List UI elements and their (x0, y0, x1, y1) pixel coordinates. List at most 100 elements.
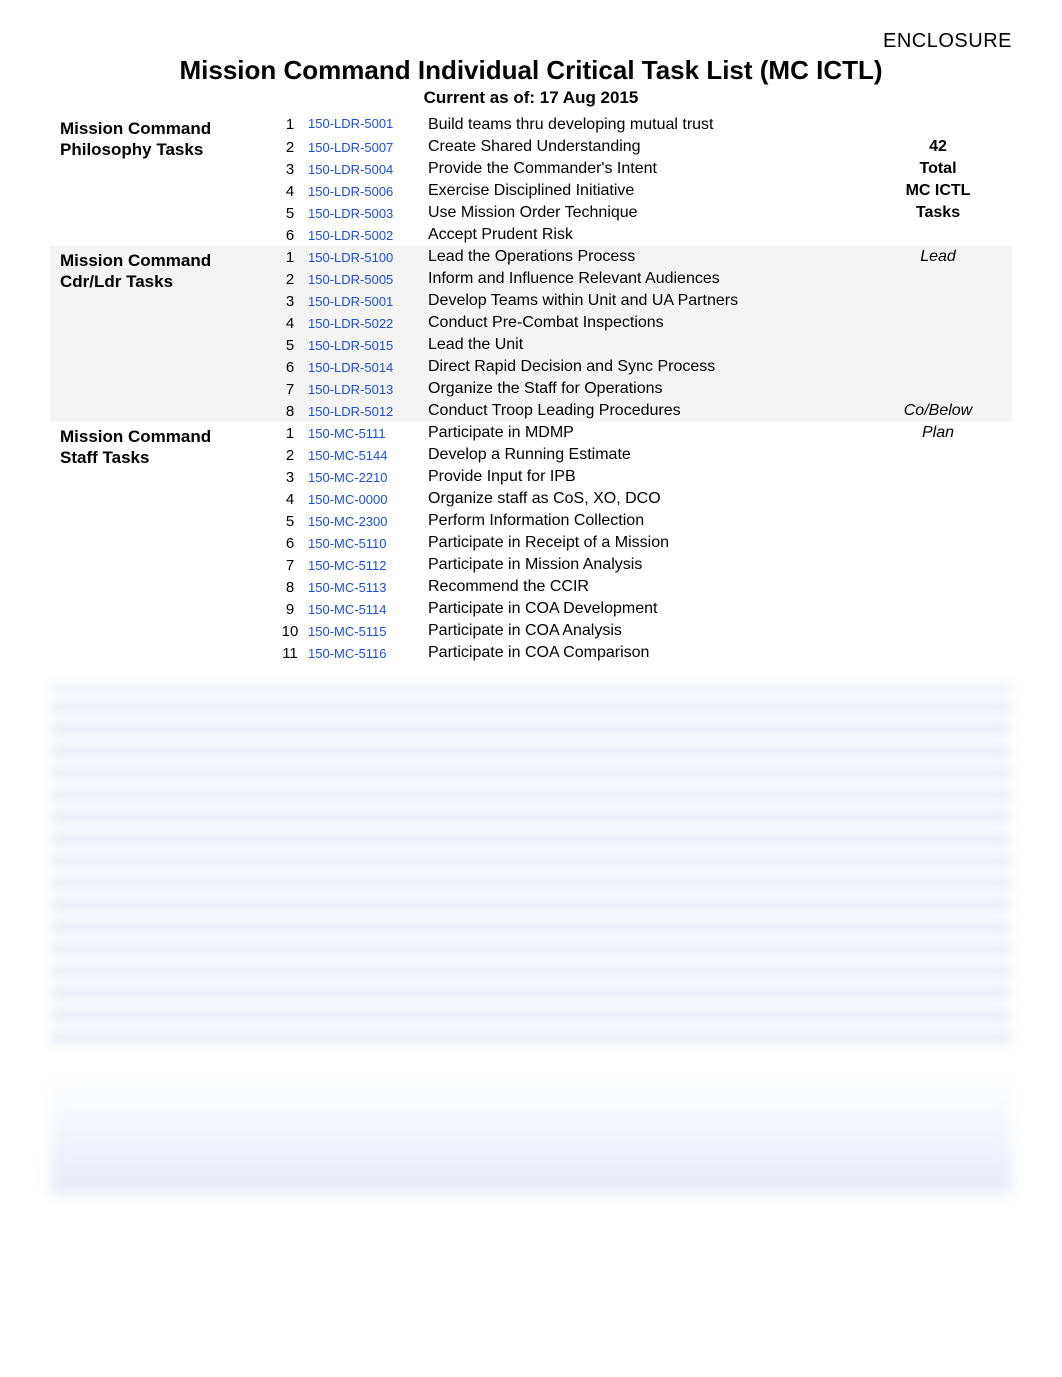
task-desc: Participate in MDMP (422, 422, 864, 444)
right-note-lead: Lead (864, 246, 1012, 268)
summary-tasks: Tasks (864, 202, 1012, 224)
right-note-plan: Plan (864, 422, 1012, 444)
right-note (864, 444, 1012, 466)
right-note (864, 378, 1012, 400)
task-code[interactable]: 150-LDR-5012 (304, 400, 422, 422)
right-note (864, 114, 1012, 136)
task-code[interactable]: 150-LDR-5100 (304, 246, 422, 268)
row-num: 5 (276, 510, 304, 532)
section-label-line1: Mission Command (60, 251, 211, 270)
task-code[interactable]: 150-MC-2210 (304, 466, 422, 488)
task-code[interactable]: 150-LDR-5005 (304, 268, 422, 290)
row-num: 2 (276, 136, 304, 158)
right-note (864, 576, 1012, 598)
task-desc: Conduct Pre-Combat Inspections (422, 312, 864, 334)
right-note (864, 642, 1012, 664)
right-note-cobelow: Co/Below (864, 400, 1012, 422)
task-desc: Direct Rapid Decision and Sync Process (422, 356, 864, 378)
task-code[interactable]: 150-LDR-5015 (304, 334, 422, 356)
task-code[interactable]: 150-LDR-5006 (304, 180, 422, 202)
row-num: 4 (276, 488, 304, 510)
task-desc: Organize staff as CoS, XO, DCO (422, 488, 864, 510)
task-desc: Build teams thru developing mutual trust (422, 114, 864, 136)
section-label-line2: Philosophy Tasks (60, 140, 203, 159)
right-note (864, 598, 1012, 620)
page-subtitle: Current as of: 17 Aug 2015 (50, 88, 1012, 108)
row-num: 3 (276, 158, 304, 180)
right-note (864, 620, 1012, 642)
task-desc: Participate in COA Development (422, 598, 864, 620)
row-num: 6 (276, 532, 304, 554)
row-num: 1 (276, 246, 304, 268)
task-code[interactable]: 150-MC-5114 (304, 598, 422, 620)
task-code[interactable]: 150-MC-5116 (304, 642, 422, 664)
task-code[interactable]: 150-LDR-5014 (304, 356, 422, 378)
task-code[interactable]: 150-MC-5113 (304, 576, 422, 598)
task-desc: Participate in Mission Analysis (422, 554, 864, 576)
task-code[interactable]: 150-MC-0000 (304, 488, 422, 510)
task-code[interactable]: 150-LDR-5007 (304, 136, 422, 158)
row-num: 10 (276, 620, 304, 642)
summary-mcictl: MC ICTL (864, 180, 1012, 202)
row-num: 7 (276, 378, 304, 400)
right-note (864, 290, 1012, 312)
task-desc: Conduct Troop Leading Procedures (422, 400, 864, 422)
task-code[interactable]: 150-MC-2300 (304, 510, 422, 532)
right-note (864, 488, 1012, 510)
task-code[interactable]: 150-LDR-5001 (304, 114, 422, 136)
section-label-line2: Staff Tasks (60, 448, 149, 467)
summary-total: Total (864, 158, 1012, 180)
row-num: 1 (276, 422, 304, 444)
section-label-staff: Mission Command Staff Tasks (50, 422, 276, 664)
row-num: 3 (276, 466, 304, 488)
task-table: Mission Command Philosophy Tasks 1 150-L… (50, 114, 1012, 664)
row-num: 4 (276, 312, 304, 334)
task-desc: Create Shared Understanding (422, 136, 864, 158)
row-num: 6 (276, 356, 304, 378)
right-note (864, 268, 1012, 290)
row-num: 2 (276, 268, 304, 290)
right-note (864, 554, 1012, 576)
section-label-line1: Mission Command (60, 119, 211, 138)
task-code[interactable]: 150-MC-5144 (304, 444, 422, 466)
task-desc: Participate in COA Comparison (422, 642, 864, 664)
task-code[interactable]: 150-LDR-5002 (304, 224, 422, 246)
task-code[interactable]: 150-LDR-5022 (304, 312, 422, 334)
section-label-cdrldr: Mission Command Cdr/Ldr Tasks (50, 246, 276, 422)
enclosure-label: ENCLOSURE (50, 30, 1012, 53)
section-label-line2: Cdr/Ldr Tasks (60, 272, 173, 291)
task-desc: Participate in Receipt of a Mission (422, 532, 864, 554)
task-desc: Perform Information Collection (422, 510, 864, 532)
task-code[interactable]: 150-MC-5115 (304, 620, 422, 642)
task-code[interactable]: 150-LDR-5004 (304, 158, 422, 180)
row-num: 7 (276, 554, 304, 576)
task-code[interactable]: 150-LDR-5003 (304, 202, 422, 224)
page-title: Mission Command Individual Critical Task… (50, 55, 1012, 86)
row-num: 1 (276, 114, 304, 136)
row-num: 5 (276, 202, 304, 224)
task-code[interactable]: 150-LDR-5001 (304, 290, 422, 312)
task-desc: Use Mission Order Technique (422, 202, 864, 224)
task-desc: Provide Input for IPB (422, 466, 864, 488)
task-desc: Recommend the CCIR (422, 576, 864, 598)
task-desc: Inform and Influence Relevant Audiences (422, 268, 864, 290)
right-note (864, 356, 1012, 378)
blurred-content (50, 684, 1012, 1044)
task-code[interactable]: 150-MC-5111 (304, 422, 422, 444)
task-desc: Exercise Disciplined Initiative (422, 180, 864, 202)
row-num: 2 (276, 444, 304, 466)
task-desc: Lead the Unit (422, 334, 864, 356)
row-num: 8 (276, 576, 304, 598)
row-num: 5 (276, 334, 304, 356)
task-code[interactable]: 150-MC-5112 (304, 554, 422, 576)
right-note (864, 466, 1012, 488)
row-num: 9 (276, 598, 304, 620)
task-code[interactable]: 150-LDR-5013 (304, 378, 422, 400)
task-desc: Participate in COA Analysis (422, 620, 864, 642)
section-label-philosophy: Mission Command Philosophy Tasks (50, 114, 276, 246)
task-code[interactable]: 150-MC-5110 (304, 532, 422, 554)
task-desc: Develop a Running Estimate (422, 444, 864, 466)
blurred-footer (50, 1074, 1012, 1194)
right-note (864, 312, 1012, 334)
row-num: 8 (276, 400, 304, 422)
